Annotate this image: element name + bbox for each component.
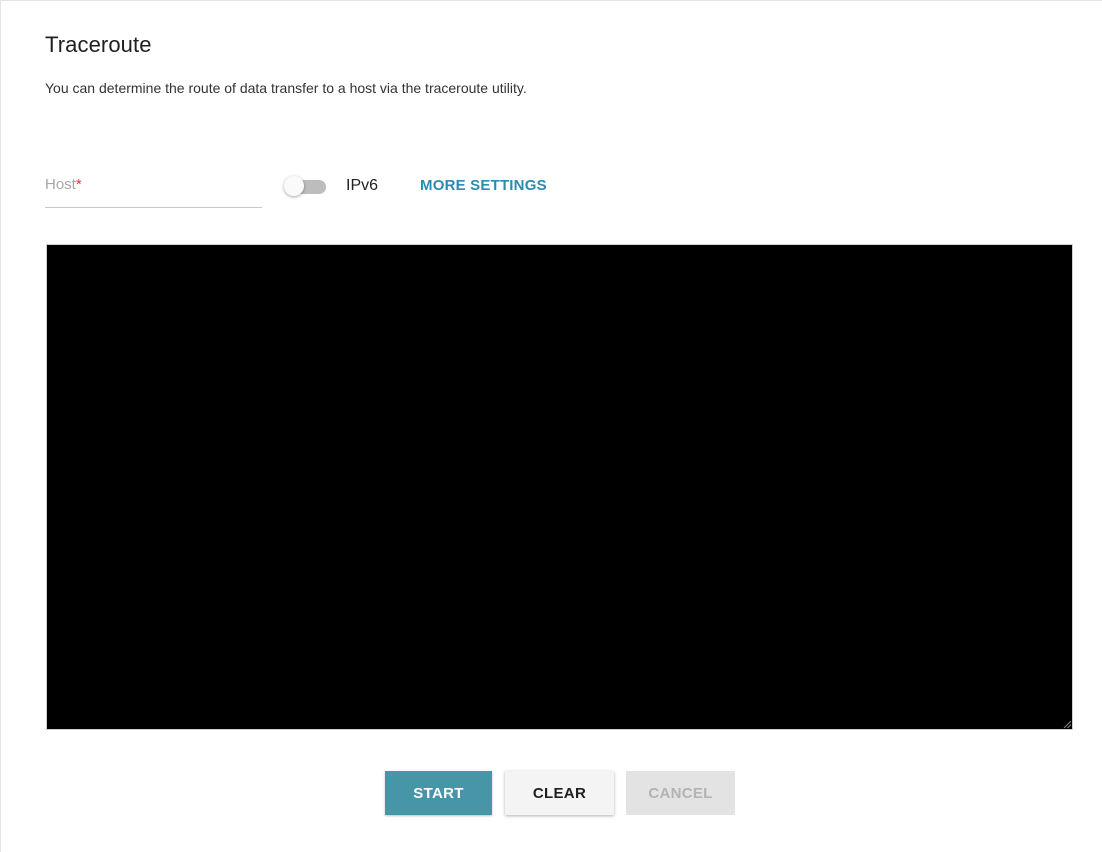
toggle-thumb	[284, 176, 304, 196]
clear-button[interactable]: CLEAR	[505, 771, 614, 815]
host-input[interactable]	[45, 172, 262, 202]
ipv6-toggle-label: IPv6	[346, 177, 379, 194]
page-description: You can determine the route of data tran…	[45, 80, 527, 96]
cancel-button[interactable]: CANCEL	[626, 771, 735, 815]
more-settings-link[interactable]: MORE SETTINGS	[420, 177, 547, 194]
traceroute-output-console[interactable]	[46, 244, 1073, 730]
ipv6-toggle[interactable]	[284, 175, 328, 197]
page-title: Traceroute	[45, 32, 152, 57]
traceroute-page: Traceroute You can determine the route o…	[0, 0, 1102, 852]
host-field[interactable]: Host*	[45, 164, 262, 208]
start-button[interactable]: START	[385, 771, 492, 815]
resize-grip-icon[interactable]	[1063, 720, 1071, 728]
